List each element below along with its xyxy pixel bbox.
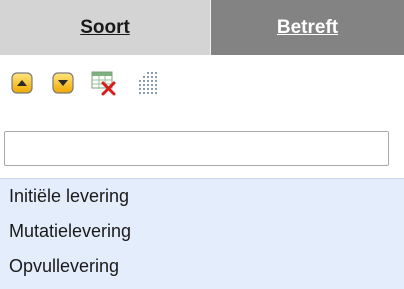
table-grid-icon — [139, 72, 157, 94]
list-item-opvullevering[interactable]: Opvullevering — [0, 249, 404, 284]
move-down-button[interactable] — [50, 70, 76, 96]
list-item-mutatielevering[interactable]: Mutatielevering — [0, 214, 404, 249]
delete-table-button[interactable] — [91, 70, 117, 96]
search-field-wrapper — [4, 131, 389, 166]
type-list: Initiële levering Mutatielevering Opvull… — [0, 178, 404, 289]
column-header-soort[interactable]: Soort — [0, 0, 211, 55]
arrow-down-icon — [52, 72, 74, 94]
list-item-initiele-levering[interactable]: Initiële levering — [0, 179, 404, 214]
delete-table-icon — [91, 71, 116, 96]
table-grid-button[interactable] — [132, 70, 158, 96]
move-up-button[interactable] — [9, 70, 35, 96]
column-header-bar: Soort Betreft — [0, 0, 404, 55]
arrow-up-icon — [11, 72, 33, 94]
type-selector-panel: Soort Betreft Initiële levering Mutatiel… — [0, 0, 404, 289]
column-header-betreft[interactable]: Betreft — [211, 0, 404, 55]
toolbar — [9, 66, 173, 100]
search-input[interactable] — [4, 131, 389, 166]
